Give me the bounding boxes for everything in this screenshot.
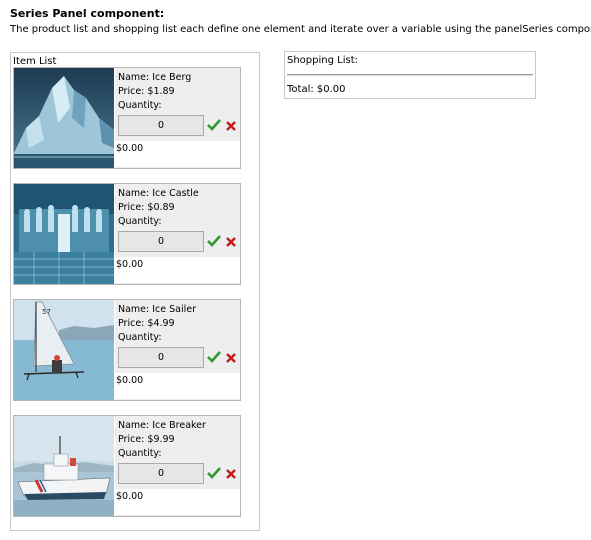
x-icon[interactable] [226,469,236,479]
quantity-label: Quantity: [118,448,162,459]
page-description: The product list and shopping list each … [10,24,591,35]
shopping-list-total: Total: $0.00 [287,84,346,95]
quantity-label: Quantity: [118,332,162,343]
item-card-ice-berg: Name: Ice Berg Price: $1.89 Quantity: $0… [13,67,241,169]
subtotal-value: $0.00 [116,143,144,154]
item-name: Name: Ice Sailer [118,304,197,315]
quantity-input[interactable] [118,463,204,484]
quantity-input[interactable] [118,347,204,368]
shopping-list-panel: Shopping List: Total: $0.00 [284,51,536,99]
item-subtotal: $0.00 [115,257,240,283]
ice-castle-image [14,184,114,284]
item-list-label: Item List [13,56,57,67]
shopping-list-divider [287,74,533,76]
item-price: Price: $9.99 [118,434,175,445]
checkmark-icon[interactable] [207,119,221,131]
subtotal-value: $0.00 [116,491,144,502]
item-card-ice-castle: Name: Ice Castle Price: $0.89 Quantity: … [13,183,241,285]
x-icon[interactable] [226,121,236,131]
subtotal-value: $0.00 [116,375,144,386]
item-price: Price: $1.89 [118,86,175,97]
item-subtotal: $0.00 [115,373,240,399]
item-name: Name: Ice Castle [118,188,199,199]
item-subtotal: $0.00 [115,489,240,515]
item-card-ice-breaker: Name: Ice Breaker Price: $9.99 Quantity:… [13,415,241,517]
item-name: Name: Ice Breaker [118,420,206,431]
checkmark-icon[interactable] [207,351,221,363]
item-price: Price: $0.89 [118,202,175,213]
subtotal-value: $0.00 [116,259,144,270]
item-price: Price: $4.99 [118,318,175,329]
svg-text:57: 57 [42,308,51,316]
item-card-ice-sailer: 57 Name: Ice Sailer Price: $4.99 Quantit… [13,299,241,401]
ice-breaker-image [14,416,114,516]
quantity-label: Quantity: [118,216,162,227]
page-title: Series Panel component: [10,7,165,20]
item-name: Name: Ice Berg [118,72,192,83]
x-icon[interactable] [226,237,236,247]
checkmark-icon[interactable] [207,235,221,247]
x-icon[interactable] [226,353,236,363]
item-list-panel: Item List Name: Ice Berg Price: $1.89 Qu… [10,52,260,531]
ice-sailer-image: 57 [14,300,114,400]
item-subtotal: $0.00 [115,141,240,167]
quantity-input[interactable] [118,115,204,136]
shopping-list-title: Shopping List: [287,55,358,66]
quantity-input[interactable] [118,231,204,252]
quantity-label: Quantity: [118,100,162,111]
iceberg-image [14,68,114,168]
checkmark-icon[interactable] [207,467,221,479]
